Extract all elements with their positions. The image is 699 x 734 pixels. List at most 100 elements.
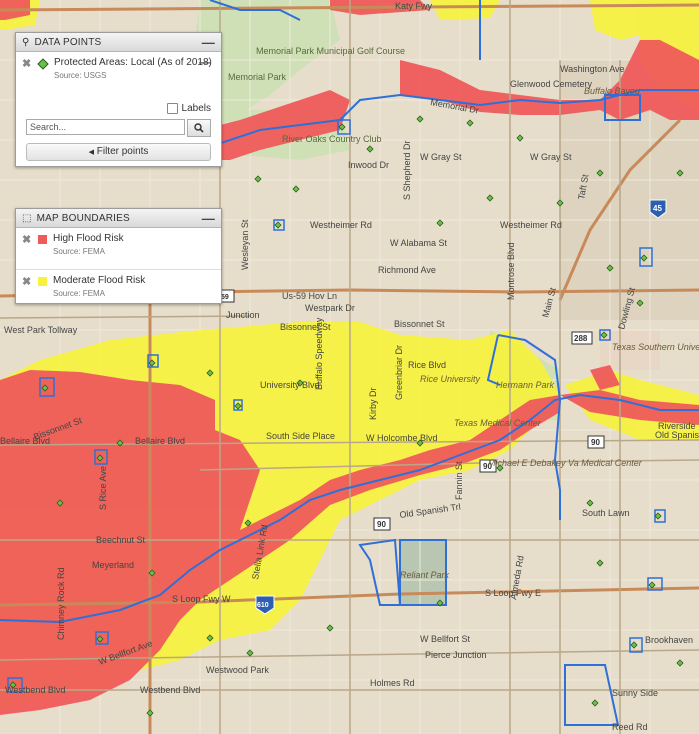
- street-label: Reed Rd: [612, 722, 648, 732]
- street-label: Westwood Park: [206, 665, 269, 675]
- map-boundaries-panel: ⬚ MAP BOUNDARIES — ✖ High Flood Risk Sou…: [15, 208, 222, 304]
- street-label: Westbend Blvd: [140, 685, 200, 695]
- layer-source: Source: USGS: [54, 71, 107, 80]
- place-label: Meyerland: [92, 560, 134, 570]
- street-label: Westbend Blvd: [5, 685, 65, 695]
- street-label: S Loop Fwy W: [172, 594, 231, 604]
- place-label: Texas Southern University: [612, 342, 699, 352]
- street-label: Pierce Junction: [425, 650, 487, 660]
- collapse-map-boundaries-button[interactable]: —: [202, 211, 215, 226]
- map-boundaries-header[interactable]: ⬚ MAP BOUNDARIES —: [16, 209, 221, 228]
- remove-layer-icon[interactable]: ✖: [22, 57, 34, 70]
- search-icon: [194, 123, 204, 133]
- street-label: Junction: [226, 310, 260, 320]
- street-label: W Gray St: [530, 152, 572, 162]
- hwy288-shield: 288: [571, 331, 593, 345]
- street-label: Westheimer Rd: [500, 220, 562, 230]
- filter-points-button[interactable]: ◀ Filter points: [26, 143, 211, 161]
- labels-toggle[interactable]: Labels: [16, 101, 221, 116]
- labels-checkbox[interactable]: [166, 103, 178, 114]
- place-label: South Lawn: [582, 508, 630, 518]
- layer-source: Source: FEMA: [53, 247, 106, 256]
- hwy288-shield-label: 288: [574, 334, 588, 343]
- street-label: Kirby Dr: [368, 387, 378, 420]
- red-swatch-icon: [38, 235, 47, 244]
- us90-shield-c-label: 90: [377, 520, 386, 529]
- street-label: Westheimer Rd: [310, 220, 372, 230]
- data-points-panel: ⚲ DATA POINTS — ✖ Protected Areas: Local…: [15, 32, 222, 167]
- street-label: Bellaire Blvd: [135, 436, 185, 446]
- place-label: Michael E Debakey Va Medical Center: [488, 458, 643, 468]
- moderate-flood-layer: ✖ Moderate Flood Risk Source: FEMA: [16, 270, 221, 303]
- street-label: Washington Ave: [560, 64, 625, 74]
- data-points-header[interactable]: ⚲ DATA POINTS —: [16, 33, 221, 52]
- labels-toggle-label: Labels: [181, 103, 211, 114]
- place-label: South Side Place: [266, 431, 335, 441]
- place-label: Memorial Park: [228, 72, 287, 82]
- place-label: Texas Medical Center: [454, 418, 542, 428]
- place-label: Memorial Park Municipal Golf Course: [256, 46, 405, 56]
- street-label: Old Spanish: [655, 430, 699, 440]
- i45-shield-label: 45: [653, 204, 662, 213]
- search-input[interactable]: Search...: [26, 119, 185, 135]
- place-label: Reliant Park: [400, 570, 450, 580]
- filter-points-label: Filter points: [96, 146, 149, 157]
- street-label: West Park Tollway: [4, 325, 78, 335]
- layer-source: Source: FEMA: [53, 289, 106, 298]
- layer-name: Moderate Flood Risk: [53, 275, 146, 286]
- street-label: Greenbriar Dr: [394, 345, 404, 400]
- caret-left-icon: ◀: [88, 149, 94, 156]
- street-label: Bellaire Blvd: [0, 436, 50, 446]
- street-label: University Blvd: [260, 380, 320, 390]
- street-label: Westpark Dr: [305, 303, 355, 313]
- us59-shield-label: 59: [221, 294, 229, 301]
- street-label: Us-59 Hov Ln: [282, 291, 337, 301]
- i610-shield-label: 610: [257, 602, 269, 609]
- layer-name: Protected Areas: Local (As of 2018): [54, 57, 212, 68]
- yellow-swatch-icon: [38, 277, 47, 286]
- street-label: Montrose Blvd: [506, 242, 516, 300]
- street-label: Holmes Rd: [370, 678, 415, 688]
- street-label: Wesleyan St: [240, 219, 250, 270]
- street-label: W Gray St: [420, 152, 462, 162]
- us90-shield-b: 90: [587, 435, 605, 449]
- street-label: Brookhaven: [645, 635, 693, 645]
- boundary-icon: ⬚: [22, 212, 32, 224]
- street-label: Riverside: [658, 421, 696, 431]
- street-label: Katy Fwy: [395, 1, 433, 11]
- street-label: Fannin St: [454, 461, 464, 500]
- us59-shield: 59: [219, 289, 235, 303]
- us90-shield-b-label: 90: [591, 438, 600, 447]
- pin-icon: ⚲: [22, 36, 30, 48]
- collapse-data-points-button[interactable]: —: [202, 35, 215, 50]
- street-label: Glenwood Cemetery: [510, 79, 593, 89]
- protected-areas-layer: ✖ Protected Areas: Local (As of 2018) So…: [16, 52, 221, 85]
- remove-layer-icon[interactable]: ✖: [22, 275, 34, 288]
- us90-shield-c: 90: [373, 517, 391, 531]
- green-diamond-icon: [37, 58, 49, 70]
- place-label: Sunny Side: [612, 688, 658, 698]
- data-points-title: DATA POINTS: [34, 36, 102, 48]
- street-label: Beechnut St: [96, 535, 146, 545]
- street-label: Rice Blvd: [408, 360, 446, 370]
- remove-layer-icon[interactable]: ✖: [22, 233, 34, 246]
- layer-name: High Flood Risk: [53, 233, 124, 244]
- street-label: W Holcombe Blvd: [366, 433, 438, 443]
- street-label: S Rice Ave: [98, 466, 108, 510]
- street-label: Chimney Rock Rd: [56, 567, 66, 640]
- search-button[interactable]: [187, 119, 211, 137]
- street-label: S Shepherd Dr: [402, 140, 412, 200]
- collapse-layer-button[interactable]: —: [199, 55, 211, 69]
- place-label: Rice University: [420, 374, 481, 384]
- street-label: Richmond Ave: [378, 265, 436, 275]
- street-label: Inwood Dr: [348, 160, 389, 170]
- street-label: W Alabama St: [390, 238, 448, 248]
- street-label: W Bellfort St: [420, 634, 471, 644]
- high-flood-layer: ✖ High Flood Risk Source: FEMA: [16, 228, 221, 261]
- place-label: Buffalo Bayou: [584, 86, 640, 96]
- map-boundaries-title: MAP BOUNDARIES: [36, 212, 130, 224]
- place-label: River Oaks Country Club: [282, 134, 382, 144]
- street-label: Buffalo Speedway: [314, 317, 324, 390]
- place-label: Hermann Park: [496, 380, 555, 390]
- street-label: Bissonnet St: [394, 319, 445, 329]
